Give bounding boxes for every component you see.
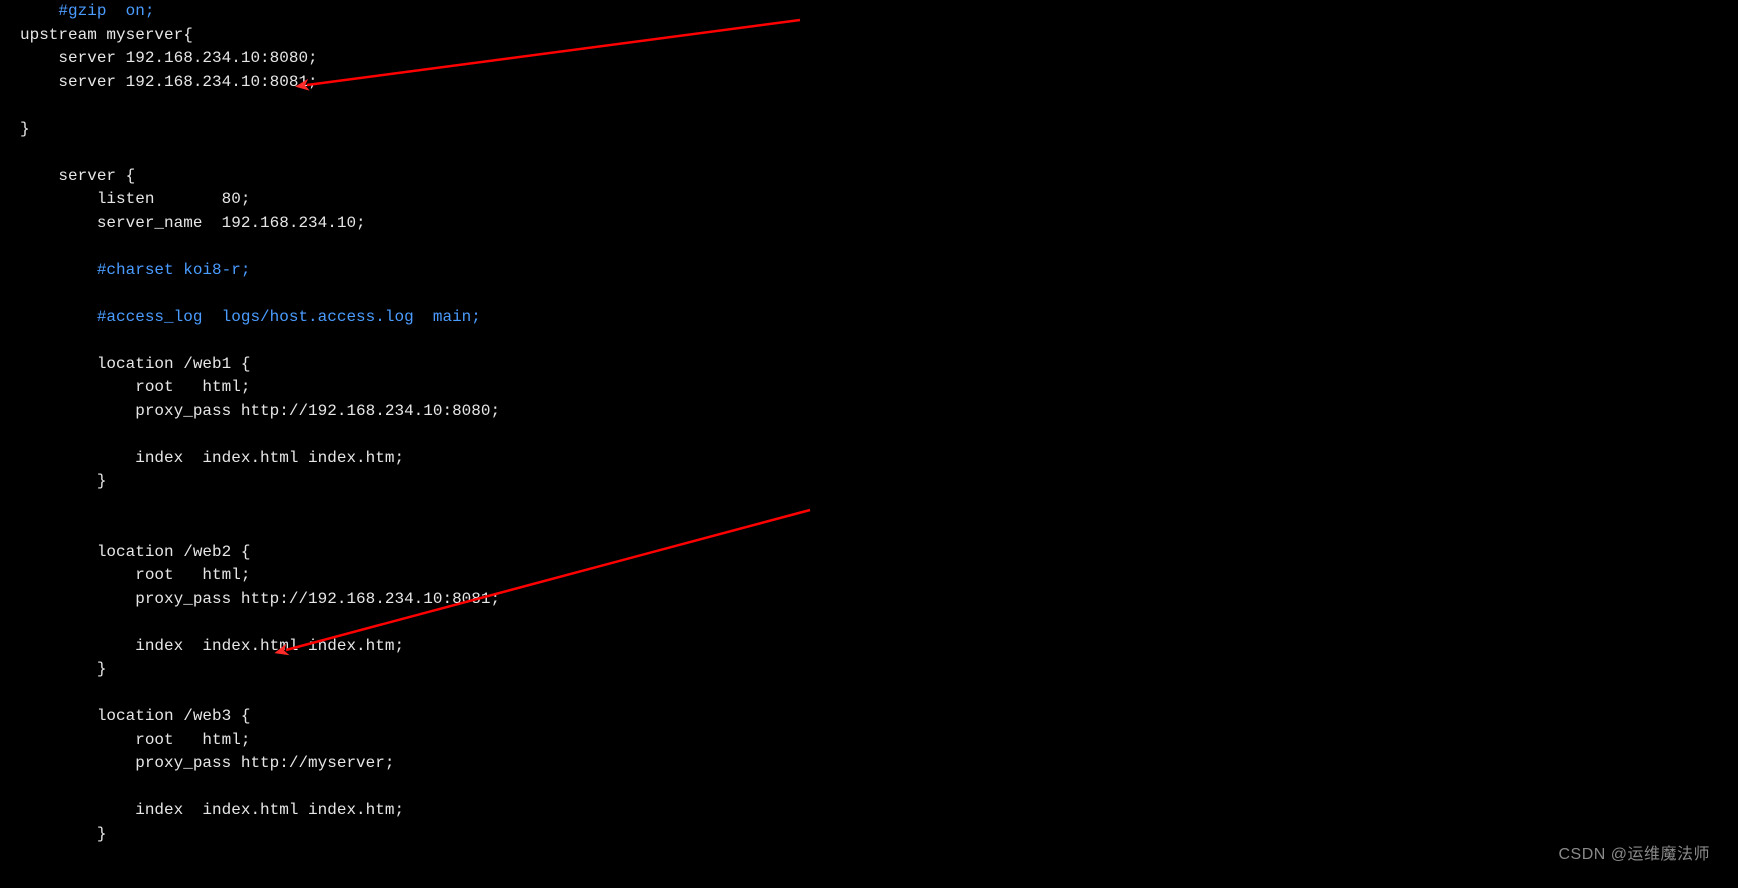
- watermark-text: CSDN @运维魔法师: [1558, 843, 1710, 867]
- code-line: root html;: [20, 378, 250, 396]
- code-line: }: [20, 120, 30, 138]
- code-line: server 192.168.234.10:8080;: [20, 49, 318, 67]
- code-line: index index.html index.htm;: [20, 801, 404, 819]
- code-line: upstream myserver{: [20, 26, 193, 44]
- code-line: location /web1 {: [20, 355, 250, 373]
- comment-line: #gzip on;: [20, 2, 154, 20]
- code-line: location /web3 {: [20, 707, 250, 725]
- code-block: #gzip on; upstream myserver{ server 192.…: [20, 0, 1738, 846]
- code-line: server 192.168.234.10:8081;: [20, 73, 318, 91]
- code-line: }: [20, 825, 106, 843]
- code-line: listen 80;: [20, 190, 250, 208]
- comment-line: #access_log logs/host.access.log main;: [20, 308, 481, 326]
- code-line: }: [20, 472, 106, 490]
- code-line: index index.html index.htm;: [20, 637, 404, 655]
- code-line: index index.html index.htm;: [20, 449, 404, 467]
- code-line: proxy_pass http://192.168.234.10:8080;: [20, 402, 500, 420]
- code-line: root html;: [20, 731, 250, 749]
- code-line: location /web2 {: [20, 543, 250, 561]
- code-line: server_name 192.168.234.10;: [20, 214, 366, 232]
- code-line: server {: [20, 167, 135, 185]
- code-line: proxy_pass http://myserver;: [20, 754, 394, 772]
- comment-line: #charset koi8-r;: [20, 261, 250, 279]
- code-line: }: [20, 660, 106, 678]
- code-line: proxy_pass http://192.168.234.10:8081;: [20, 590, 500, 608]
- code-line: root html;: [20, 566, 250, 584]
